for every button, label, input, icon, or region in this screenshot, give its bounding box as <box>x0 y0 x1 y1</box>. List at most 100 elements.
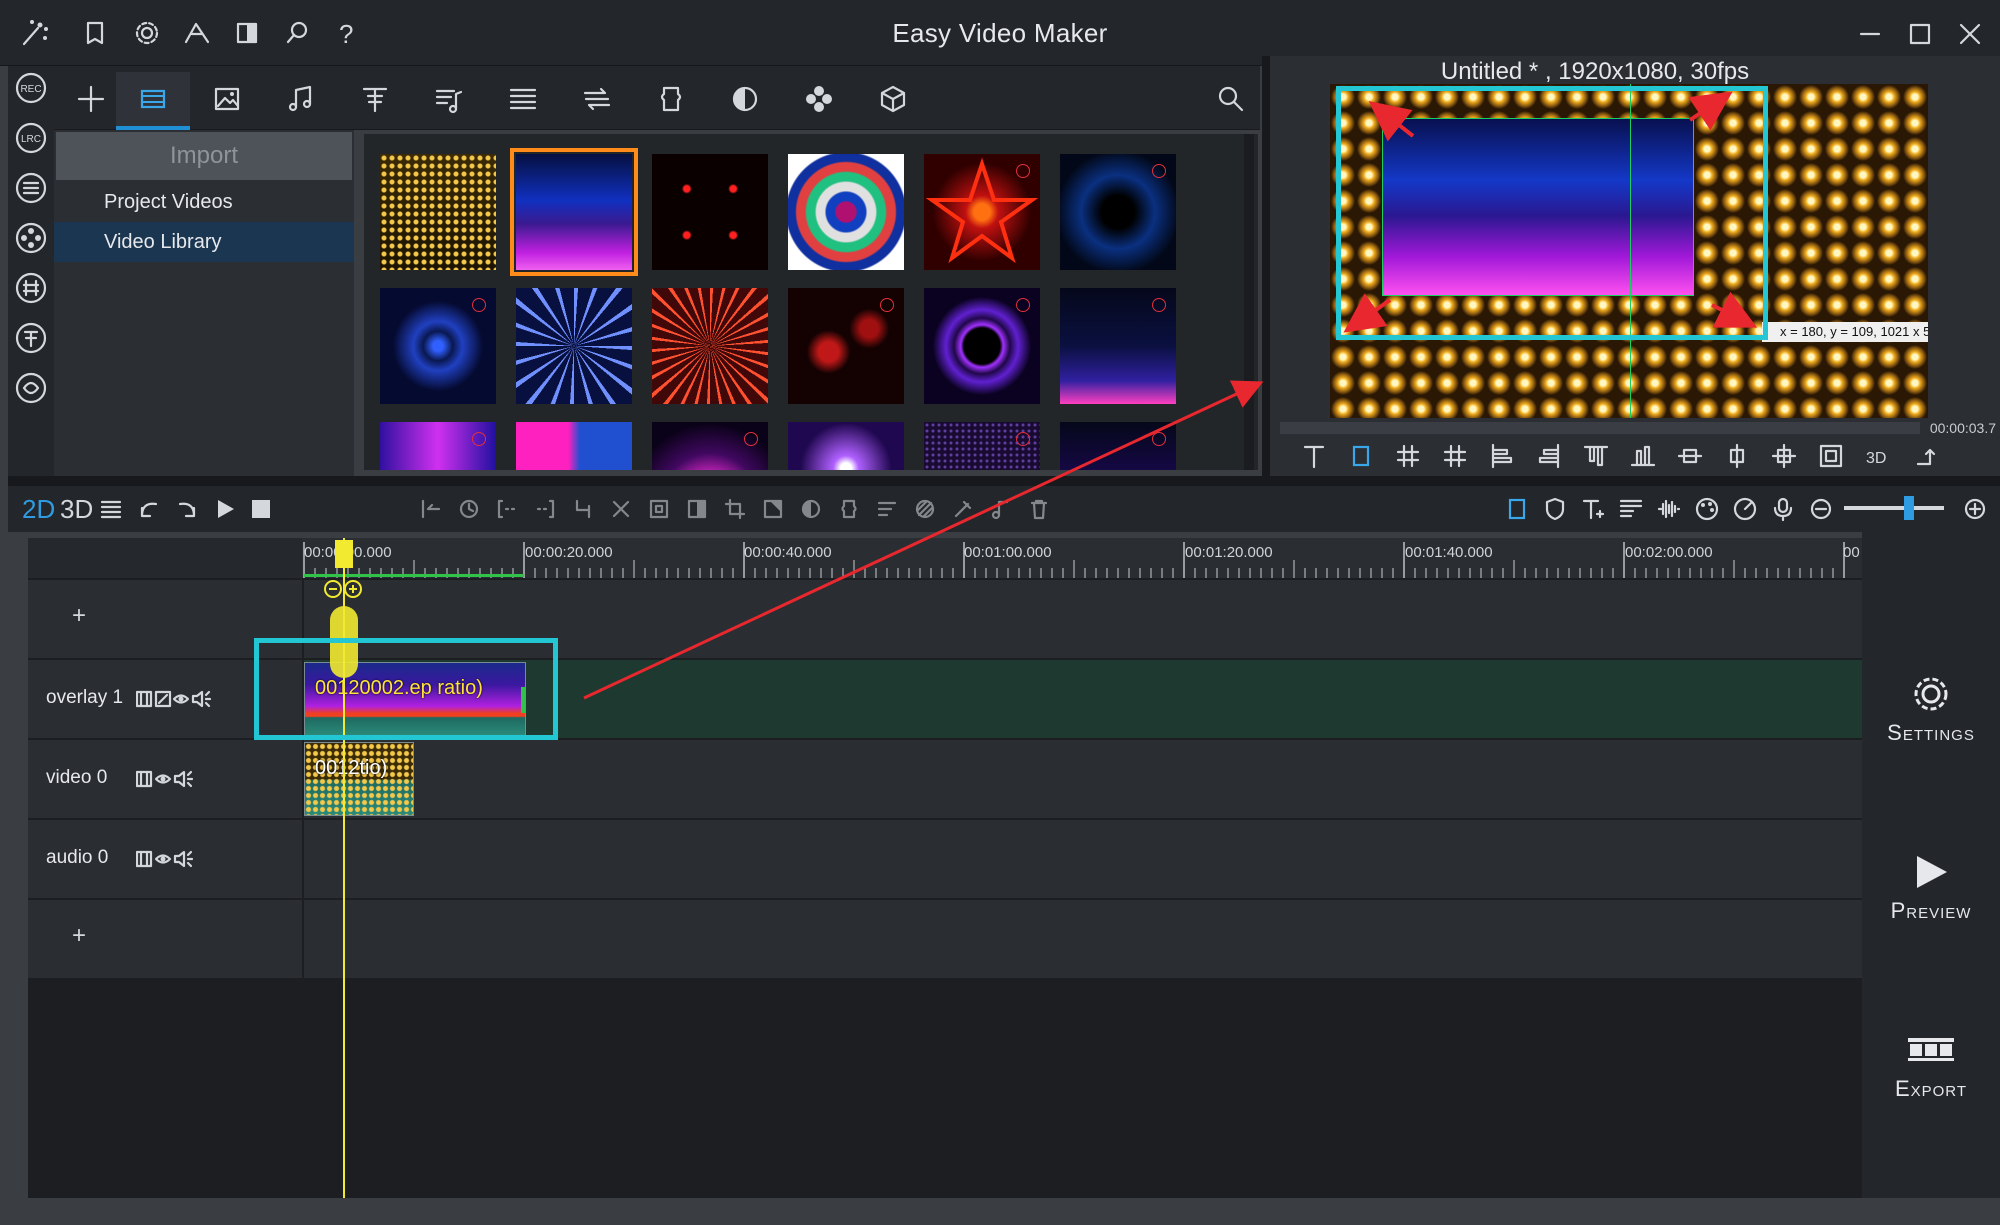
text-tool-icon[interactable] <box>1300 442 1328 470</box>
tab-3d[interactable] <box>856 72 930 130</box>
video-thumbnail[interactable] <box>1060 154 1176 270</box>
eye-icon[interactable] <box>172 694 190 704</box>
tab-effects[interactable] <box>634 72 708 130</box>
add-track-button[interactable]: + <box>72 602 86 630</box>
undo-icon[interactable] <box>136 496 162 522</box>
video-thumbnail[interactable] <box>788 154 904 270</box>
select-frame-icon[interactable] <box>1504 496 1530 522</box>
track-lane[interactable] <box>304 740 1862 818</box>
grid-circle-icon[interactable] <box>13 270 49 306</box>
trim-icon[interactable] <box>572 498 594 520</box>
playhead-handle[interactable] <box>335 540 353 568</box>
video-thumbnail[interactable] <box>788 422 904 470</box>
palette-icon[interactable] <box>1694 496 1720 522</box>
zoom-to-playhead-icon[interactable] <box>322 578 368 600</box>
video-thumbnail[interactable] <box>652 288 768 404</box>
crop-icon[interactable] <box>724 498 746 520</box>
menu-item-video-library[interactable]: Video Library <box>54 222 354 262</box>
video-thumbnail[interactable] <box>1060 288 1176 404</box>
zoom-slider-track[interactable] <box>1844 506 1944 510</box>
resize-icon[interactable] <box>648 498 670 520</box>
split-left-icon[interactable] <box>420 498 442 520</box>
work-area-range[interactable] <box>304 574 524 577</box>
preview-button[interactable]: Preview <box>1862 850 2000 924</box>
import-button[interactable]: Import <box>56 132 352 180</box>
film-small-icon[interactable] <box>136 770 153 788</box>
hash-grid-icon[interactable] <box>1441 442 1469 470</box>
play-icon[interactable] <box>212 496 238 522</box>
mark-in-icon[interactable] <box>496 498 518 520</box>
speed-icon[interactable] <box>1732 496 1758 522</box>
tab-images[interactable] <box>190 72 264 130</box>
3d-view-icon[interactable]: 3D <box>1864 442 1892 470</box>
align-center-vertical-icon[interactable] <box>1676 442 1704 470</box>
center-icon[interactable] <box>1770 442 1798 470</box>
record-icon[interactable]: REC <box>13 70 49 106</box>
clock-icon[interactable] <box>458 498 480 520</box>
minimize-icon[interactable] <box>1850 14 1890 54</box>
lyrics-icon[interactable]: LRC <box>13 120 49 156</box>
library-search-button[interactable] <box>1204 72 1256 130</box>
subtitle-icon[interactable] <box>876 498 898 520</box>
video-thumbnail[interactable] <box>380 288 496 404</box>
panel-splitter-horizontal[interactable] <box>8 476 2000 486</box>
video-thumbnail[interactable] <box>924 288 1040 404</box>
tab-filters[interactable] <box>708 72 782 130</box>
library-scrollbar[interactable] <box>1244 134 1254 470</box>
note-icon[interactable] <box>990 498 1012 520</box>
menu-item-project-videos[interactable]: Project Videos <box>54 182 354 222</box>
eye-icon[interactable] <box>154 774 172 784</box>
panel-icon[interactable] <box>686 498 708 520</box>
tab-lyrics[interactable] <box>412 72 486 130</box>
video-thumbnail[interactable] <box>652 422 768 470</box>
grid-icon[interactable] <box>1394 442 1422 470</box>
microphone-icon[interactable] <box>1770 496 1796 522</box>
list-circle-icon[interactable] <box>13 170 49 206</box>
video-thumbnail[interactable] <box>652 154 768 270</box>
film-reel-icon[interactable] <box>13 220 49 256</box>
list-view-icon[interactable] <box>98 496 124 522</box>
blend-icon[interactable] <box>914 498 936 520</box>
settings-button[interactable]: Settings <box>1862 672 2000 746</box>
zoom-slider-thumb[interactable] <box>1904 496 1914 520</box>
speaker-icon[interactable] <box>173 850 194 868</box>
video-thumbnail[interactable] <box>510 148 638 276</box>
shield-icon[interactable] <box>1542 496 1568 522</box>
video-thumbnail[interactable] <box>516 422 632 470</box>
export-button[interactable]: Export <box>1862 1028 2000 1102</box>
video-thumbnail[interactable] <box>924 154 1040 270</box>
align-bottom-icon[interactable] <box>1629 442 1657 470</box>
crop-frame-icon[interactable] <box>1347 442 1375 470</box>
tab-elements[interactable] <box>782 72 856 130</box>
transform-circle-icon[interactable] <box>13 370 49 406</box>
add-track-button[interactable]: + <box>72 922 86 950</box>
track-lane[interactable] <box>304 900 1862 978</box>
tab-transitions[interactable] <box>560 72 634 130</box>
scissors-icon[interactable] <box>610 498 632 520</box>
video-thumbnail[interactable] <box>380 154 496 270</box>
redo-icon[interactable] <box>174 496 200 522</box>
return-icon[interactable] <box>1910 442 1938 470</box>
effect-icon[interactable] <box>838 498 860 520</box>
resize-small-icon[interactable] <box>154 690 172 708</box>
close-icon[interactable] <box>1950 14 1990 54</box>
align-left-icon[interactable] <box>1488 442 1516 470</box>
eye-icon[interactable] <box>154 854 172 864</box>
panel-splitter-vertical[interactable] <box>1262 56 1270 476</box>
zoom-out-icon[interactable] <box>1808 496 1834 522</box>
tab-music[interactable] <box>264 72 338 130</box>
tab-text[interactable] <box>338 72 412 130</box>
stop-icon[interactable] <box>248 496 274 522</box>
fit-frame-icon[interactable] <box>1817 442 1845 470</box>
time-ruler[interactable]: 00:00:00.000 00:00:20.000 00:00:40.000 0… <box>28 538 1862 578</box>
tab-video-library[interactable] <box>116 72 190 130</box>
maximize-icon[interactable] <box>1900 14 1940 54</box>
mask-icon[interactable] <box>762 498 784 520</box>
speaker-icon[interactable] <box>173 770 194 788</box>
tab-list[interactable] <box>486 72 560 130</box>
film-small-icon[interactable] <box>136 690 153 708</box>
film-small-icon[interactable] <box>136 850 153 868</box>
video-thumbnail[interactable] <box>1060 422 1176 470</box>
waveform-icon[interactable] <box>1656 496 1682 522</box>
align-right-icon[interactable] <box>1535 442 1563 470</box>
